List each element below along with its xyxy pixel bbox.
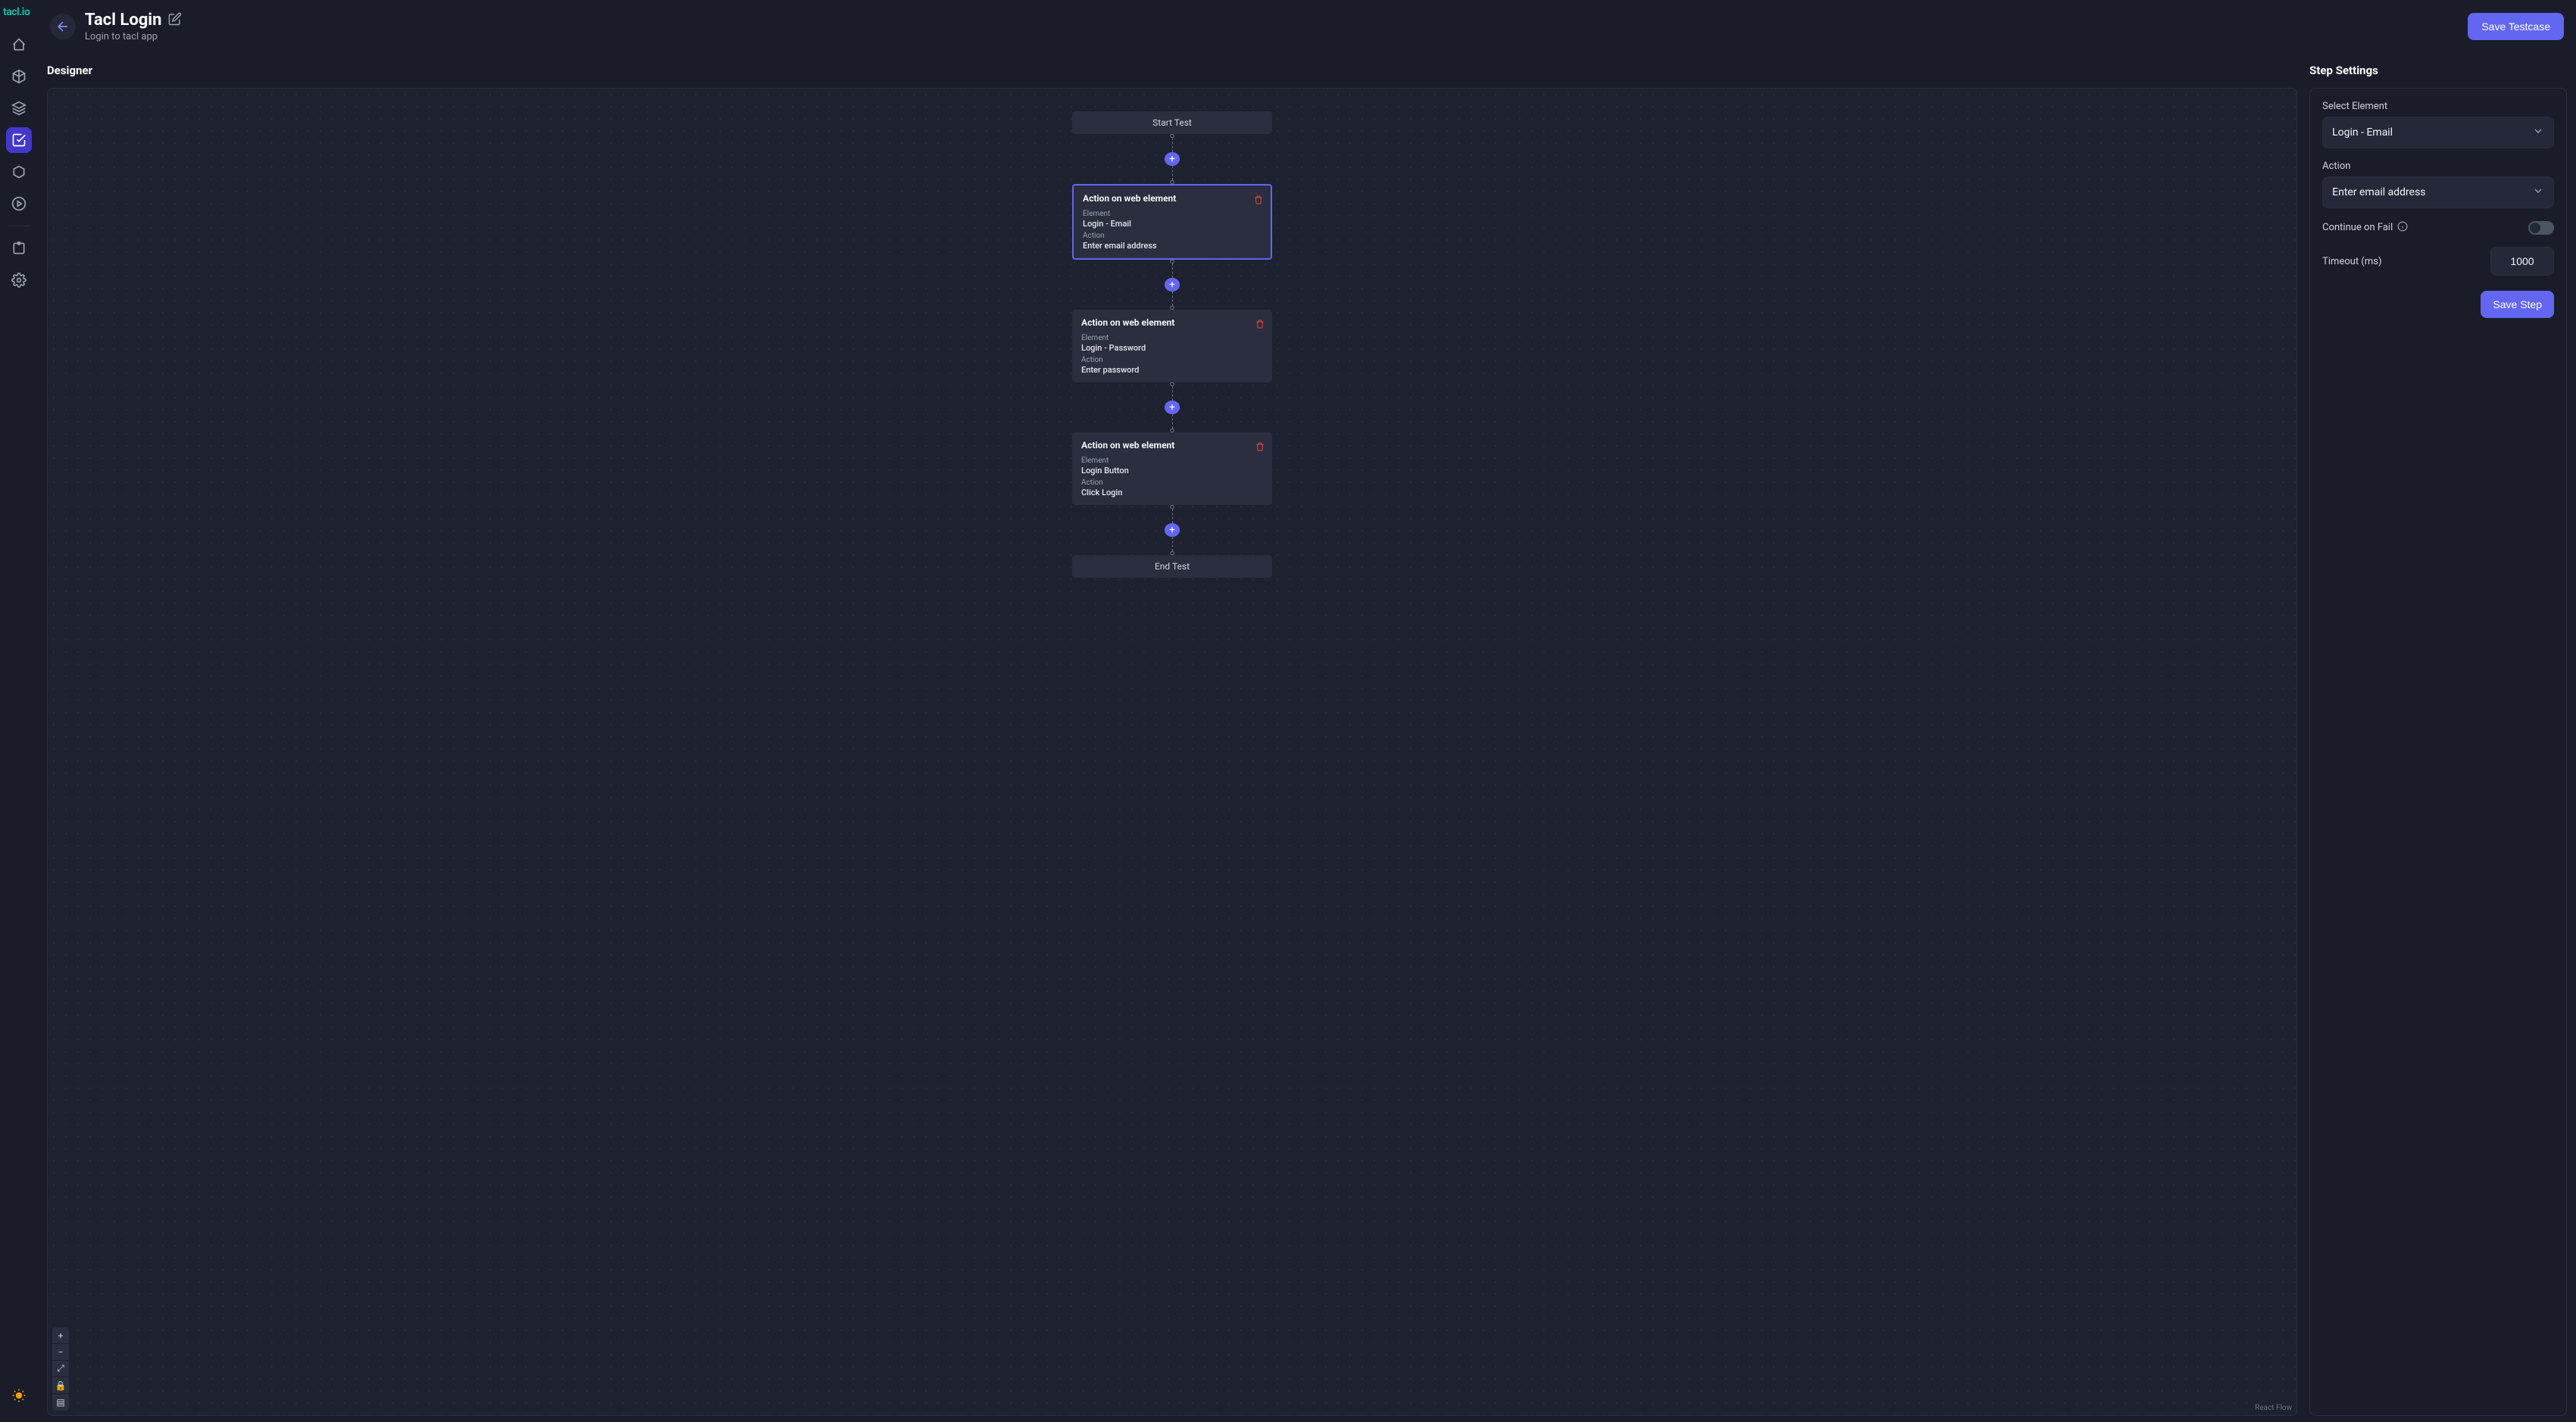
- delete-step-button[interactable]: [1254, 193, 1263, 207]
- step-element-label: Element: [1081, 457, 1263, 465]
- designer-title: Designer: [47, 64, 2297, 77]
- select-element-label: Select Element: [2322, 101, 2554, 112]
- step-node-2[interactable]: Action on web element Element Login - Pa…: [1072, 310, 1272, 382]
- step-node-title: Action on web element: [1081, 317, 1263, 328]
- step-action-label: Action: [1081, 479, 1263, 487]
- step-node-title: Action on web element: [1081, 440, 1263, 451]
- flow-canvas[interactable]: Start Test + Action on web element Eleme…: [47, 88, 2297, 1416]
- select-element-value: Login - Email: [2332, 126, 2393, 139]
- step-node-3[interactable]: Action on web element Element Login Butt…: [1072, 432, 1272, 505]
- canvas-attribution: React Flow: [2255, 1404, 2292, 1412]
- pencil-icon: [168, 12, 182, 26]
- step-element-label: Element: [1083, 210, 1261, 218]
- sun-icon: [11, 1388, 27, 1403]
- continue-on-fail-toggle[interactable]: [2528, 221, 2554, 235]
- back-button[interactable]: [50, 14, 76, 39]
- flow-container: Start Test + Action on web element Eleme…: [1072, 111, 1272, 578]
- layers-icon: [11, 101, 27, 116]
- brand-logo: tacl.io: [3, 6, 30, 18]
- connector: +: [1072, 505, 1272, 555]
- add-step-button[interactable]: +: [1165, 523, 1180, 536]
- fit-view-button[interactable]: ⤢: [52, 1361, 69, 1377]
- step-node-title: Action on web element: [1083, 193, 1261, 204]
- chevron-down-icon: [2532, 125, 2544, 140]
- connector: +: [1072, 260, 1272, 310]
- timeout-input[interactable]: [2490, 247, 2554, 276]
- info-icon[interactable]: [2397, 220, 2408, 235]
- minimap-button[interactable]: ▤: [52, 1394, 69, 1411]
- sidebar-item-theme[interactable]: [6, 1383, 32, 1408]
- zoom-in-button[interactable]: +: [52, 1327, 69, 1344]
- settings-title: Step Settings: [2309, 64, 2567, 77]
- zoom-out-button[interactable]: −: [52, 1344, 69, 1361]
- document-check-icon: [11, 133, 27, 148]
- sidebar-item-play[interactable]: [6, 191, 32, 217]
- sidebar-item-document[interactable]: [6, 127, 32, 153]
- step-action-value: Enter email address: [1083, 241, 1261, 251]
- sidebar-item-layers[interactable]: [6, 95, 32, 121]
- delete-step-button[interactable]: [1255, 440, 1265, 454]
- field-timeout: Timeout (ms): [2322, 247, 2554, 276]
- save-testcase-button[interactable]: Save Testcase: [2468, 13, 2564, 40]
- field-continue-on-fail: Continue on Fail: [2322, 220, 2554, 235]
- designer-panel: Designer Start Test + Action on web elem…: [38, 53, 2303, 1422]
- step-element-value: Login - Password: [1081, 343, 1263, 353]
- add-step-button[interactable]: +: [1165, 401, 1180, 413]
- canvas-controls: + − ⤢ 🔒 ▤: [52, 1327, 69, 1411]
- arrow-left-icon: [55, 19, 70, 34]
- select-element-dropdown[interactable]: Login - Email: [2322, 117, 2554, 148]
- title-block: Tacl Login Login to tacl app: [85, 11, 182, 42]
- step-action-label: Action: [1081, 356, 1263, 364]
- delete-step-button[interactable]: [1255, 317, 1265, 332]
- main-content: Designer Start Test + Action on web elem…: [38, 53, 2576, 1422]
- trash-icon: [1255, 320, 1265, 329]
- puzzle-icon: [11, 241, 27, 256]
- sidebar-item-settings[interactable]: [6, 267, 32, 293]
- settings-panel: Step Settings Select Element Login - Ema…: [2303, 53, 2576, 1422]
- step-action-value: Enter password: [1081, 365, 1263, 375]
- sidebar-item-box[interactable]: [6, 64, 32, 89]
- step-action-label: Action: [1083, 232, 1261, 240]
- nav-sidebar: [0, 21, 38, 1422]
- connector: +: [1072, 382, 1272, 432]
- add-step-button[interactable]: +: [1165, 278, 1180, 291]
- add-step-button[interactable]: +: [1165, 152, 1180, 165]
- step-node-1[interactable]: Action on web element Element Login - Em…: [1072, 184, 1272, 260]
- step-element-value: Login - Email: [1083, 219, 1261, 229]
- start-node[interactable]: Start Test: [1072, 111, 1272, 134]
- step-action-value: Click Login: [1081, 488, 1263, 497]
- page-header: Tacl Login Login to tacl app Save Testca…: [38, 0, 2576, 53]
- end-node[interactable]: End Test: [1072, 555, 1272, 578]
- trash-icon: [1255, 442, 1265, 451]
- settings-body: Select Element Login - Email Action Ente…: [2309, 88, 2567, 1416]
- sidebar-item-extensions[interactable]: [6, 235, 32, 261]
- continue-on-fail-label: Continue on Fail: [2322, 222, 2393, 233]
- field-action: Action Enter email address: [2322, 161, 2554, 208]
- gear-icon: [11, 273, 27, 288]
- sidebar-item-home[interactable]: [6, 32, 32, 58]
- trash-icon: [1254, 195, 1263, 204]
- action-dropdown[interactable]: Enter email address: [2322, 176, 2554, 208]
- save-step-button[interactable]: Save Step: [2481, 291, 2554, 318]
- page-subtitle: Login to tacl app: [85, 31, 182, 42]
- package-icon: [11, 164, 27, 179]
- chevron-down-icon: [2532, 185, 2544, 200]
- action-label: Action: [2322, 161, 2554, 172]
- edit-title-button[interactable]: [168, 12, 182, 29]
- step-element-value: Login Button: [1081, 466, 1263, 476]
- lock-button[interactable]: 🔒: [52, 1377, 69, 1394]
- box-icon: [11, 69, 27, 84]
- field-select-element: Select Element Login - Email: [2322, 101, 2554, 148]
- step-element-label: Element: [1081, 334, 1263, 342]
- home-icon: [11, 37, 27, 52]
- sidebar-item-package[interactable]: [6, 159, 32, 185]
- timeout-label: Timeout (ms): [2322, 256, 2381, 267]
- action-value: Enter email address: [2332, 186, 2425, 198]
- connector: +: [1072, 134, 1272, 184]
- play-icon: [11, 196, 27, 211]
- page-title: Tacl Login: [85, 11, 162, 30]
